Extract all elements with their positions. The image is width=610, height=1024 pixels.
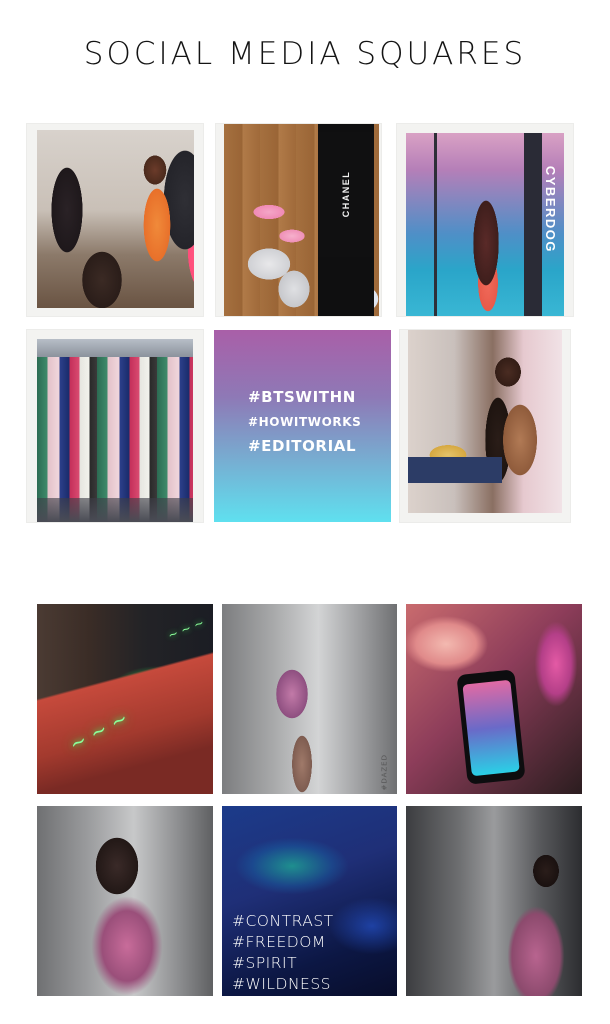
- hashtag: #SPIRIT: [232, 954, 298, 972]
- brand-label: CYBERDOG: [543, 165, 558, 253]
- dressing-counter: [408, 457, 502, 483]
- watermark: #DAZED: [381, 754, 389, 791]
- hashtag: #EDITORIAL: [248, 437, 357, 455]
- hashtag: #CONTRAST: [232, 912, 334, 930]
- hashtag: #FREEDOM: [232, 933, 326, 951]
- photo-clothing-rack: [37, 339, 193, 522]
- neon-sign-script-icon: ~ ~ ~: [65, 705, 132, 757]
- polaroid-shoes-and-bag[interactable]: CHANEL: [216, 124, 381, 316]
- polaroid-cyberdog[interactable]: CYBERDOG: [397, 124, 573, 316]
- hashtag: #HOWITWORKS: [248, 415, 362, 429]
- page-title: SOCIAL MEDIA SQUARES: [83, 36, 527, 72]
- hashtag-square-space[interactable]: #CONTRAST #FREEDOM #SPIRIT #WILDNESS: [222, 806, 397, 996]
- square-phone-sparkles[interactable]: [406, 604, 582, 794]
- polaroid-clothing-rack[interactable]: [27, 330, 203, 522]
- hashtag: #BTSWITHN: [248, 388, 356, 406]
- photo-cyberdog-store: CYBERDOG: [406, 133, 564, 316]
- photo-model-dressing-room: [408, 330, 562, 513]
- phone-icon: [456, 669, 526, 785]
- photo-shoes-and-bag: CHANEL: [224, 124, 379, 316]
- phone-screen: [462, 679, 520, 777]
- polaroid-model-dressing-room[interactable]: [400, 330, 570, 522]
- hashtag-list: #BTSWITHN #HOWITWORKS #EDITORIAL: [248, 390, 361, 454]
- hashtag: #WILDNESS: [232, 975, 332, 993]
- neon-sign-small-icon: ~ ~ ~: [165, 615, 207, 643]
- square-elevator-blur[interactable]: #DAZED: [222, 604, 397, 794]
- rack-floor: [37, 498, 193, 522]
- square-blurred-portrait[interactable]: [37, 806, 213, 996]
- polaroid-backstage-makeup[interactable]: [27, 124, 203, 316]
- hashtag-square-gradient[interactable]: #BTSWITHN #HOWITWORKS #EDITORIAL: [214, 330, 391, 522]
- photo-backstage-makeup: [37, 130, 194, 308]
- square-elevator-mirror[interactable]: [406, 806, 582, 996]
- square-neon-storefront[interactable]: ~ ~ ~ ~ ~ ~: [37, 604, 213, 794]
- bag-label: CHANEL: [341, 170, 351, 218]
- hashtag-list: #CONTRAST #FREEDOM #SPIRIT #WILDNESS: [232, 911, 334, 995]
- clothing-rail: [37, 339, 193, 357]
